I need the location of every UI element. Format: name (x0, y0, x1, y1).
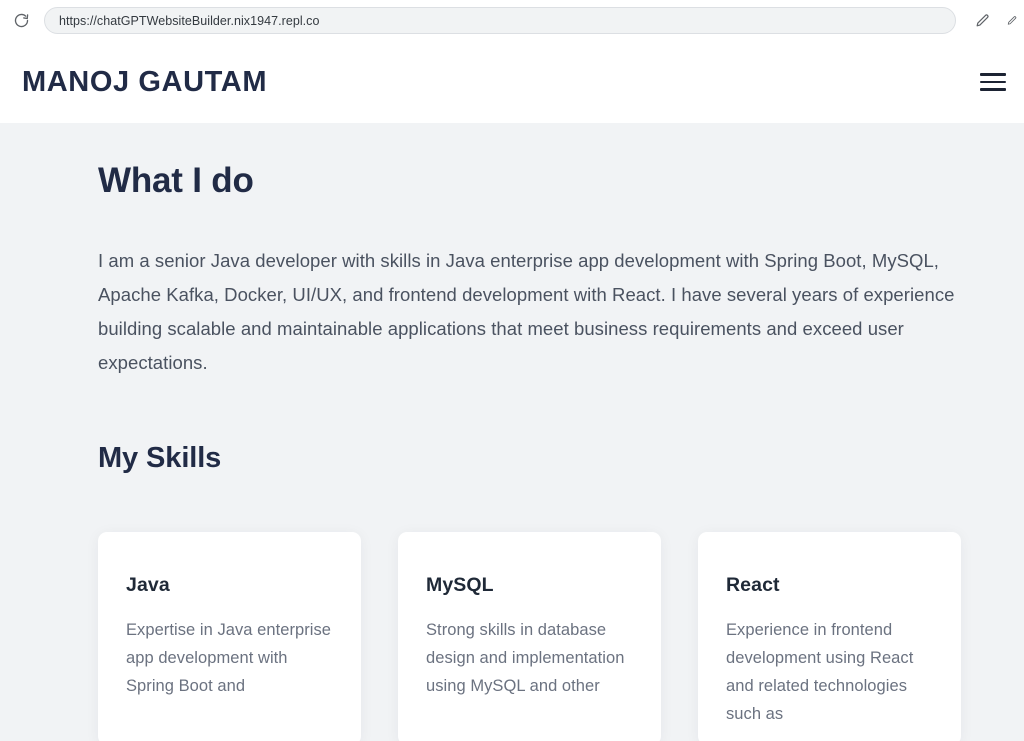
content-container: What I do I am a senior Java developer w… (0, 123, 1024, 741)
skill-card-description: Expertise in Java enterprise app develop… (126, 621, 331, 695)
hamburger-line (980, 73, 1006, 76)
browser-actions (966, 11, 1018, 31)
page-title: What I do (98, 161, 254, 200)
skill-card-description: Experience in frontend development using… (726, 621, 914, 723)
url-text: https://chatGPTWebsiteBuilder.nix1947.re… (59, 13, 320, 28)
skill-card-title: React (726, 574, 780, 596)
brand-title[interactable]: MANOJ GAUTAM (22, 66, 267, 99)
hamburger-line (980, 88, 1006, 91)
url-bar[interactable]: https://chatGPTWebsiteBuilder.nix1947.re… (44, 7, 956, 34)
hamburger-menu-icon[interactable] (980, 67, 1010, 97)
skill-card-title: MySQL (426, 574, 494, 596)
skill-card[interactable]: React Experience in frontend development… (698, 532, 961, 741)
reload-icon[interactable] (8, 8, 34, 34)
skill-card[interactable]: Java Expertise in Java enterprise app de… (98, 532, 361, 741)
skills-heading: My Skills (98, 442, 222, 474)
skill-card-description: Strong skills in database design and imp… (426, 621, 625, 695)
hamburger-line (980, 80, 1006, 84)
page-content: What I do I am a senior Java developer w… (0, 123, 1024, 741)
skills-grid: Java Expertise in Java enterprise app de… (98, 532, 962, 741)
intro-paragraph: I am a senior Java developer with skills… (98, 250, 955, 373)
partial-icon[interactable] (1006, 11, 1018, 31)
skill-card-title: Java (126, 574, 170, 596)
skill-card[interactable]: MySQL Strong skills in database design a… (398, 532, 661, 741)
pencil-edit-icon[interactable] (972, 11, 992, 31)
browser-toolbar: https://chatGPTWebsiteBuilder.nix1947.re… (0, 0, 1024, 41)
site-header: MANOJ GAUTAM (0, 41, 1024, 123)
